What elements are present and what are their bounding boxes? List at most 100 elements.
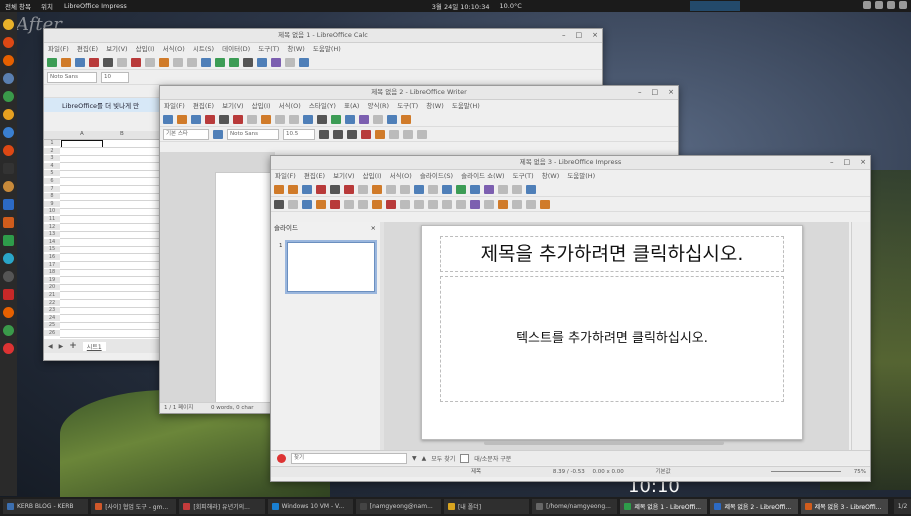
row-icon[interactable] [215,57,225,67]
panel-menu-places[interactable]: 위치 [41,1,53,11]
close-button[interactable]: × [592,29,598,42]
menu-format[interactable]: 서식(O) [279,102,301,110]
menu-styles[interactable]: 스타일(Y) [309,102,336,110]
undo-icon[interactable] [173,57,183,67]
menu-window[interactable]: 창(W) [426,102,443,110]
close-button[interactable]: × [668,86,674,99]
underline-icon[interactable] [347,129,357,139]
maximize-button[interactable]: □ [844,156,851,169]
style-icon[interactable] [213,129,223,139]
spellcheck-icon[interactable] [201,57,211,67]
next-sheet-icon[interactable]: ▶ [59,343,64,350]
grid-row[interactable] [60,154,161,156]
grid-icon[interactable] [428,184,438,194]
menu-help[interactable]: 도움말(H) [452,102,480,110]
line-color-icon[interactable] [302,199,312,209]
cut-icon[interactable] [233,114,243,124]
chart-icon[interactable] [257,57,267,67]
redo-icon[interactable] [400,184,410,194]
row-header[interactable]: 16 [44,254,60,260]
menu-format[interactable]: 서식(O) [163,45,185,53]
paste-icon[interactable] [159,57,169,67]
add-sheet-icon[interactable]: + [69,341,77,351]
minimize-button[interactable]: – [562,29,566,42]
row-header[interactable]: 13 [44,231,60,238]
find-next-icon[interactable]: ▲ [422,455,427,462]
calc-titlebar[interactable]: 제목 없음 1 - LibreOffice Calc – □ × [44,29,602,43]
row-header[interactable]: 4 [44,162,60,169]
new-icon[interactable] [274,184,284,194]
row-header[interactable]: 19 [44,276,60,283]
image-icon[interactable] [470,184,480,194]
spellcheck-icon[interactable] [303,114,313,124]
impress-titlebar[interactable]: 제목 없음 3 - LibreOffice Impress – □ × [271,156,870,170]
display-icon[interactable] [442,184,452,194]
select-icon[interactable] [274,199,284,209]
redo-icon[interactable] [187,57,197,67]
grid-row[interactable] [60,329,161,331]
row-header[interactable]: 24 [44,314,60,321]
taskbar-item[interactable]: [namgyeong@nam... [355,499,441,514]
column-icon[interactable] [229,57,239,67]
row-header[interactable]: 12 [44,223,60,230]
active-window-label[interactable]: LibreOffice Impress [64,2,127,10]
minimize-button[interactable]: – [830,156,834,169]
flowchart-icon[interactable] [442,199,452,209]
firefox-icon-2[interactable] [3,307,14,318]
align-icon[interactable] [512,199,522,209]
align-center-icon[interactable] [403,129,413,139]
row-header[interactable]: 2 [44,147,60,154]
menu-tools[interactable]: 도구(T) [258,45,279,53]
image-icon[interactable] [345,114,355,124]
row-header[interactable]: 3 [44,155,60,162]
grid-row[interactable] [60,291,161,293]
menu-slide[interactable]: 슬라이드(S) [420,172,453,180]
calc-icon[interactable] [3,235,14,246]
grid-row[interactable] [60,268,161,270]
power-icon[interactable] [899,1,907,9]
sticky-icon[interactable] [3,289,14,300]
column-a[interactable]: A [80,131,84,137]
menu-file[interactable]: 파일(F) [275,172,296,180]
menu-file[interactable]: 파일(F) [48,45,69,53]
column-b[interactable]: B [120,131,124,137]
grid-row[interactable] [60,253,161,255]
menu-insert[interactable]: 삽입(I) [252,102,271,110]
bold-icon[interactable] [319,129,329,139]
close-button[interactable]: × [860,156,866,169]
menu-edit[interactable]: 편집(E) [193,102,214,110]
menu-window[interactable]: 창(W) [287,45,304,53]
open-icon[interactable] [61,57,71,67]
match-case-checkbox[interactable] [460,453,470,463]
line-icon[interactable] [330,199,340,209]
calc-font-name[interactable]: Noto Sans [47,71,97,83]
taskbar-item[interactable]: 제목 없음 3 - LibreOffi... [800,499,888,514]
taskbar-item[interactable]: 제목 없음 1 - LibreOffi... [620,499,708,514]
menu-help[interactable]: 도움말(H) [313,45,341,53]
grid-row[interactable] [60,200,161,202]
hyperlink-icon[interactable] [387,114,397,124]
title-placeholder[interactable]: 제목을 추가하려면 클릭하십시오. [440,236,784,272]
menu-sheet[interactable]: 시트(S) [193,45,214,53]
impress-window[interactable]: 제목 없음 3 - LibreOffice Impress – □ × 파일(F) … [270,155,871,482]
taskbar-item[interactable]: 제목 없음 2 - LibreOffi... [710,499,798,514]
formatting-marks-icon[interactable] [317,114,327,124]
grid-row[interactable] [60,299,161,300]
grid-row[interactable] [60,321,161,323]
grid-row[interactable] [60,261,161,262]
new-icon[interactable] [47,57,57,67]
menu-view[interactable]: 보기(V) [333,172,354,180]
files-icon[interactable] [3,73,14,84]
block-arrows-icon[interactable] [428,199,438,209]
transformations-icon[interactable] [498,199,508,209]
horizontal-scrollbar[interactable] [484,441,724,445]
sheet-tab-1[interactable]: 시트1 [82,341,106,351]
fill-color-icon[interactable] [316,199,326,209]
grid-row[interactable] [60,177,161,179]
find-input[interactable]: 찾기 [291,452,407,464]
grid-row[interactable] [60,147,161,148]
grid-row[interactable] [60,185,161,186]
grid-row[interactable] [60,306,161,308]
preview-icon[interactable] [117,57,127,67]
zoom-level[interactable]: 75% [854,467,866,477]
